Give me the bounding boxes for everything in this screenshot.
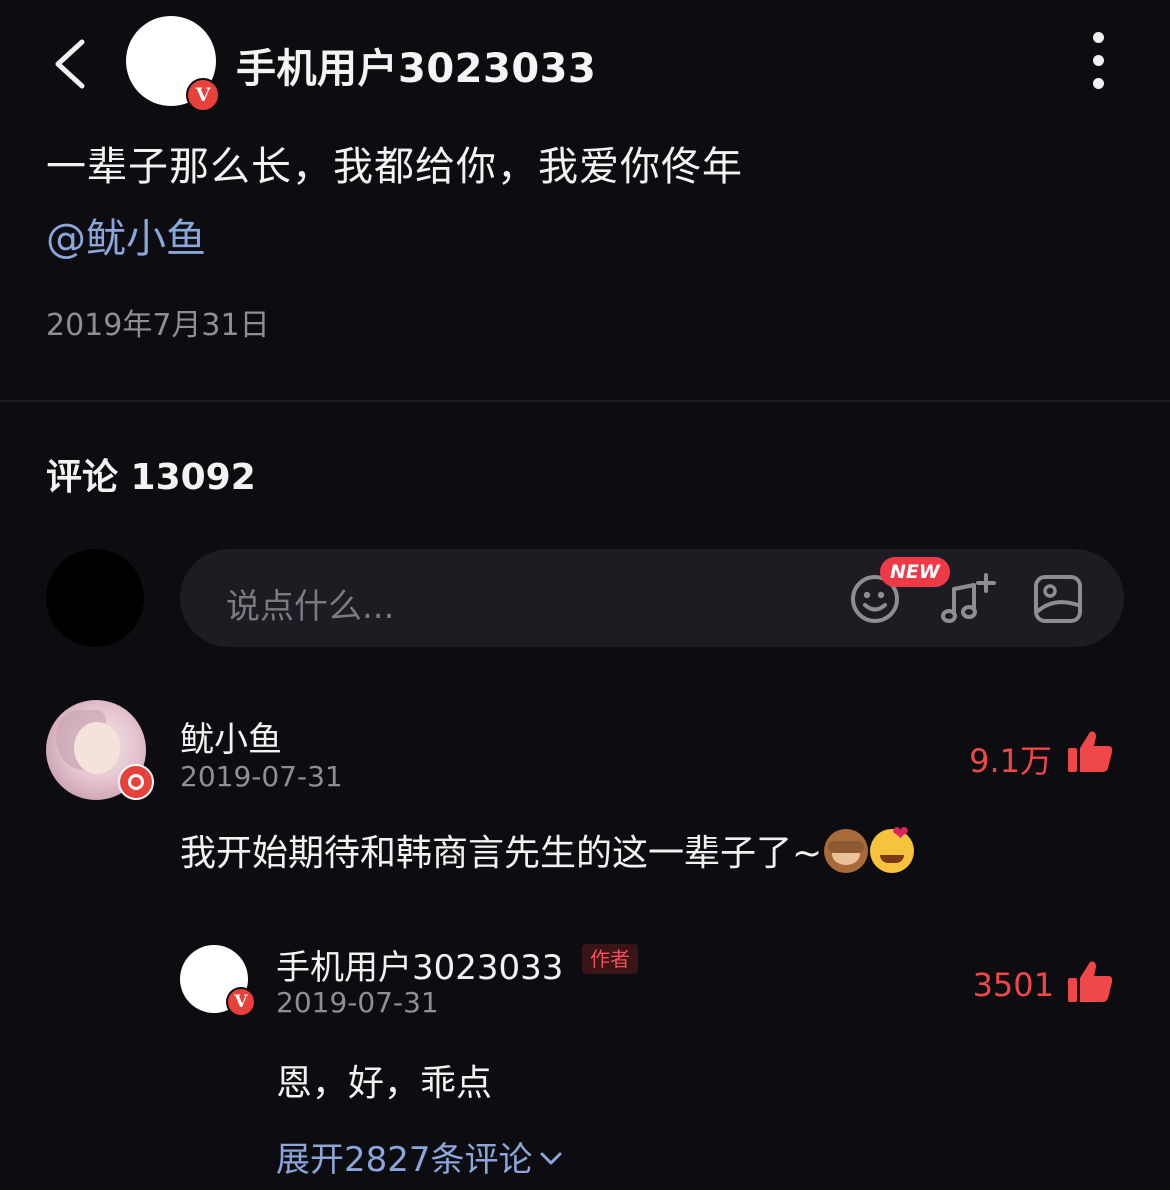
reply-like-count: 3501 <box>972 966 1054 1004</box>
back-icon <box>55 39 85 89</box>
reply-date: 2019-07-31 <box>276 986 439 1019</box>
divider <box>0 400 1170 402</box>
see-no-evil-monkey-icon <box>824 829 869 873</box>
image-button[interactable] <box>1032 573 1084 625</box>
verified-badge: V <box>226 987 256 1017</box>
more-button[interactable] <box>1082 30 1116 92</box>
image-icon <box>1034 575 1082 623</box>
author-avatar[interactable]: V <box>126 16 220 112</box>
post-detail-page: V 手机用户3023033 一辈子那么长，我都给你，我爱你佟年 @鱿小鱼 201… <box>0 0 1170 1190</box>
commenter-name[interactable]: 鱿小鱼 <box>180 712 282 761</box>
author-tag: 作者 <box>582 944 638 974</box>
comments-count-title: 评论 13092 <box>46 457 256 498</box>
chevron-down-icon <box>540 1152 562 1165</box>
comment-like-count: 9.1万 <box>969 742 1052 780</box>
current-user-avatar <box>46 549 144 647</box>
music-button[interactable] <box>940 571 998 627</box>
comment-date: 2019-07-31 <box>180 760 343 793</box>
comment-input-placeholder: 说点什么... <box>226 587 395 627</box>
reply-author-name[interactable]: 手机用户3023033 <box>276 940 563 989</box>
comment-text: 我开始期待和韩商言先生的这一辈子了~ <box>180 821 915 876</box>
smiling-face-with-hearts-icon <box>870 821 915 873</box>
reply-text: 恩，好，乖点 <box>276 1063 493 1104</box>
comment-input[interactable]: 说点什么... NEW <box>180 549 1124 647</box>
mention-link[interactable]: @鱿小鱼 <box>46 206 206 264</box>
reply-author-avatar[interactable]: V <box>180 945 256 1017</box>
like-button[interactable] <box>1066 728 1114 776</box>
expand-replies-link[interactable]: 展开2827条评论 <box>276 1132 563 1181</box>
thumbs-up-icon <box>1068 731 1113 772</box>
back-button[interactable] <box>48 36 92 92</box>
reply-like-button[interactable] <box>1066 958 1114 1006</box>
author-username[interactable]: 手机用户3023033 <box>236 36 596 94</box>
post-text: 一辈子那么长，我都给你，我爱你佟年 <box>46 144 743 190</box>
commenter-avatar[interactable] <box>46 700 154 800</box>
verified-badge-icon <box>118 764 154 800</box>
verified-badge: V <box>186 78 220 112</box>
thumbs-up-icon <box>1068 961 1113 1002</box>
music-icon <box>941 573 996 623</box>
post-date: 2019年7月31日 <box>46 308 270 343</box>
